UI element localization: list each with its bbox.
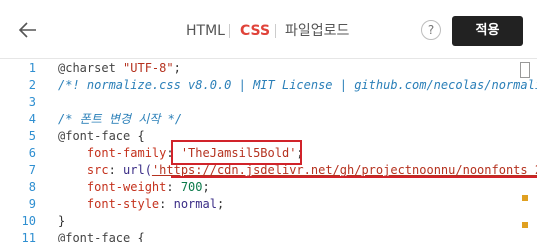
code-token: font-style bbox=[58, 197, 160, 211]
line-number: 4 bbox=[28, 112, 36, 126]
code-text: } bbox=[58, 213, 65, 230]
code-token: ; bbox=[202, 180, 210, 194]
code-token: @charset bbox=[58, 61, 124, 75]
tab-divider bbox=[275, 24, 276, 38]
code-token: { bbox=[137, 129, 145, 143]
code-line: 1 @charset "UTF-8"; bbox=[0, 60, 520, 77]
tab-css[interactable]: CSS bbox=[240, 22, 270, 40]
code-text: font-style: normal; bbox=[58, 196, 224, 213]
apply-button[interactable]: 적용 bbox=[452, 16, 523, 46]
line-number: 5 bbox=[28, 129, 36, 143]
line-number: 11 bbox=[21, 231, 36, 242]
code-token: font-weight bbox=[58, 180, 167, 194]
line-number: 8 bbox=[28, 180, 36, 194]
scroll-marker bbox=[522, 222, 528, 228]
editor-toolbar: HTML CSS 파일업로드 ? 적용 bbox=[0, 0, 537, 59]
code-line: 11 @font-face { bbox=[0, 230, 520, 242]
code-token: : bbox=[166, 180, 181, 194]
line-number: 6 bbox=[28, 146, 36, 160]
arrow-left-icon bbox=[18, 22, 36, 38]
code-line: 3 bbox=[0, 94, 520, 111]
line-number: 10 bbox=[21, 214, 36, 228]
code-line: 10} bbox=[0, 213, 520, 230]
code-token: /* 폰트 변경 시작 */ bbox=[58, 112, 183, 126]
scroll-marker bbox=[522, 195, 528, 201]
code-token: /*! normalize.css v8.0.0 | MIT License |… bbox=[58, 78, 537, 92]
code-token: ; bbox=[216, 197, 225, 211]
line-number: 1 bbox=[28, 61, 36, 75]
code-text: /*! normalize.css v8.0.0 | MIT License |… bbox=[58, 77, 537, 94]
code-token: normal bbox=[173, 197, 217, 211]
tab-html[interactable]: HTML bbox=[186, 22, 225, 40]
help-button[interactable]: ? bbox=[421, 20, 441, 40]
scrollbar-thumb[interactable] bbox=[520, 62, 530, 78]
code-token: { bbox=[137, 231, 145, 242]
code-token: : bbox=[108, 163, 124, 177]
code-token: ; bbox=[173, 61, 181, 75]
code-token: 700 bbox=[180, 180, 203, 194]
code-line: 9 font-style: normal; bbox=[0, 196, 520, 213]
code-token: @font-face bbox=[58, 231, 138, 242]
tab-divider bbox=[229, 24, 230, 38]
code-line: 2 /*! normalize.css v8.0.0 | MIT License … bbox=[0, 77, 537, 94]
code-line: 8 font-weight: 700; bbox=[0, 179, 520, 196]
line-number: 9 bbox=[28, 197, 36, 211]
tab-file-upload[interactable]: 파일업로드 bbox=[285, 22, 349, 40]
code-text: /* 폰트 변경 시작 */ bbox=[58, 111, 182, 128]
code-token: } bbox=[58, 214, 66, 228]
code-line: 4 /* 폰트 변경 시작 */ bbox=[0, 111, 520, 128]
code-token: 'https://cdn.jsdelivr.net/gh/projectnoon… bbox=[151, 163, 537, 177]
underline-annotation bbox=[171, 176, 537, 178]
code-token: : bbox=[159, 197, 174, 211]
code-text: @font-face { bbox=[58, 230, 145, 242]
back-button[interactable] bbox=[16, 18, 40, 42]
code-text: font-weight: 700; bbox=[58, 179, 210, 196]
code-token: src bbox=[58, 163, 109, 177]
line-number: 2 bbox=[28, 78, 36, 92]
highlight-annotation bbox=[171, 140, 302, 165]
line-number: 3 bbox=[28, 95, 36, 109]
code-text: @charset "UTF-8"; bbox=[58, 60, 181, 77]
code-token: "UTF-8" bbox=[123, 61, 174, 75]
code-token: @font-face bbox=[58, 129, 138, 143]
code-text: @font-face { bbox=[58, 128, 145, 145]
code-token: url( bbox=[123, 163, 152, 177]
code-token: font-family bbox=[58, 146, 167, 160]
line-number: 7 bbox=[28, 163, 36, 177]
